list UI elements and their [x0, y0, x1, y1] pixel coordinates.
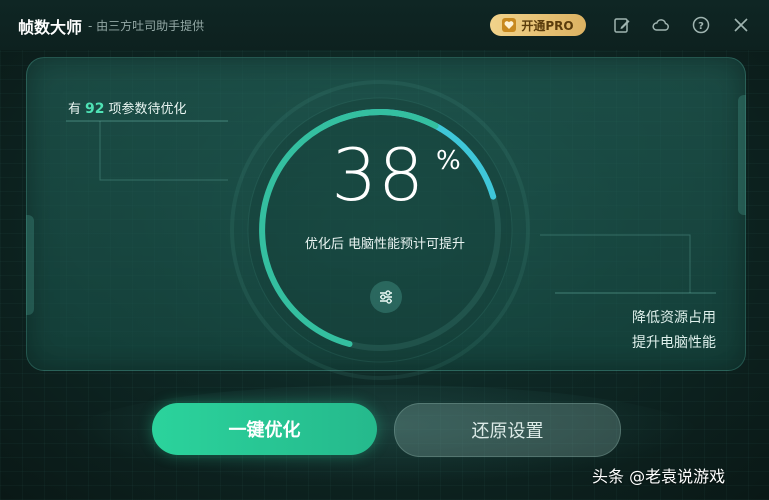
title-bar: 帧数大师 - 由三方吐司助手提供 开通PRO ? — [0, 0, 769, 50]
benefit-boost-performance: 提升电脑性能 — [632, 335, 716, 351]
one-click-optimize-button[interactable]: 一键优化 — [152, 403, 377, 455]
gauge-caption: 优化后 电脑性能预计可提升 — [304, 237, 466, 252]
pending-count: 92 — [85, 101, 105, 117]
open-pro-button[interactable]: 开通PRO — [490, 14, 586, 36]
performance-gauge — [230, 80, 530, 380]
gauge-unit: % — [436, 146, 461, 176]
panel-left-notch — [26, 215, 34, 315]
edit-icon[interactable] — [612, 15, 632, 35]
benefit-reduce-resources: 降低资源占用 — [632, 310, 716, 326]
svg-text:?: ? — [698, 21, 704, 32]
pending-prefix: 有 — [68, 102, 82, 117]
pending-params-text: 有 92 项参数待优化 — [68, 98, 187, 117]
open-pro-label: 开通PRO — [521, 18, 574, 33]
app-subtitle: - 由三方吐司助手提供 — [88, 19, 205, 33]
sliders-icon — [380, 290, 392, 304]
cloud-icon[interactable] — [651, 15, 671, 35]
heart-badge-icon — [502, 18, 517, 32]
gauge-value: 38 — [331, 133, 425, 217]
help-icon[interactable]: ? — [691, 15, 711, 35]
adjust-settings-button[interactable] — [370, 281, 402, 313]
restore-settings-button[interactable]: 还原设置 — [394, 403, 621, 457]
panel-right-notch — [738, 95, 746, 215]
app-title: 帧数大师 — [18, 18, 83, 37]
watermark: 头条 @老袁说游戏 — [592, 467, 726, 486]
pending-suffix: 项参数待优化 — [108, 102, 187, 117]
close-icon[interactable] — [731, 15, 751, 35]
